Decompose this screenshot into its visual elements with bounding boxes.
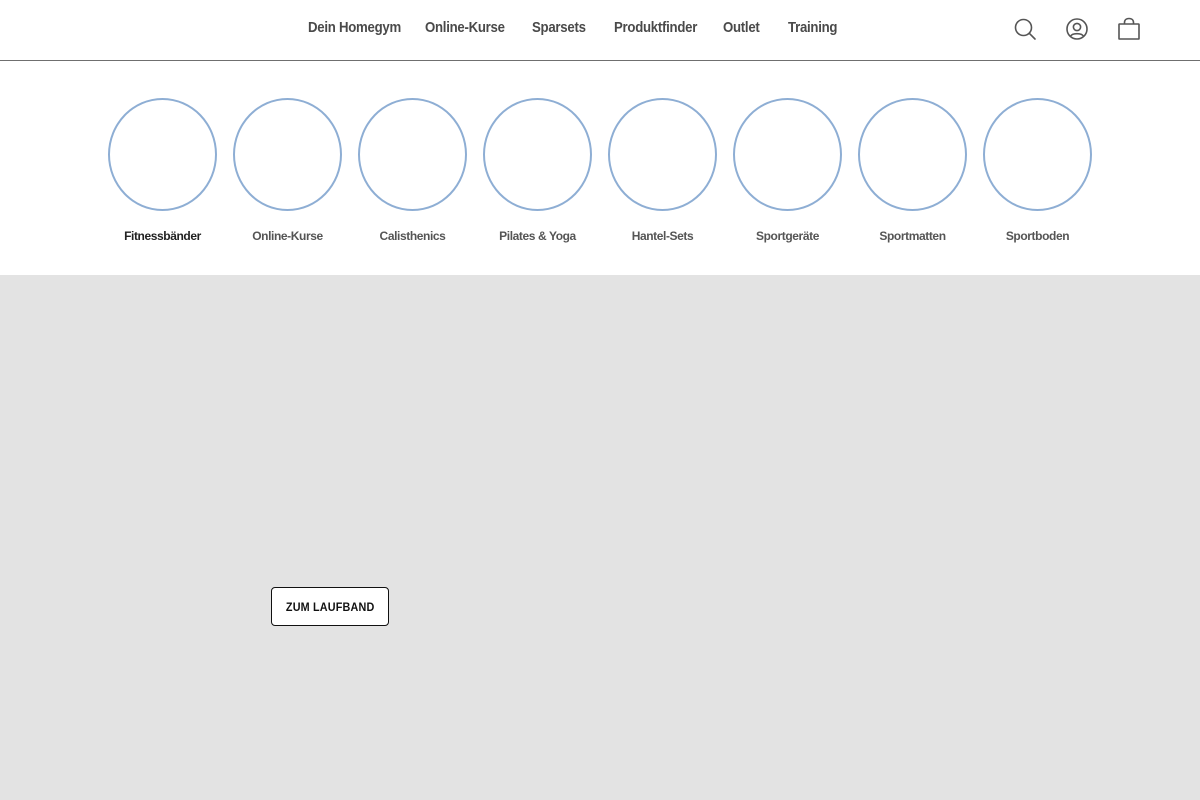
category-item-sportmatten[interactable]: Sportmatten xyxy=(850,98,975,248)
category-item-sportboden[interactable]: Sportboden xyxy=(975,98,1100,248)
category-circle xyxy=(858,98,967,211)
category-item-calisthenics[interactable]: Calisthenics xyxy=(350,98,475,248)
category-item-hantel-sets[interactable]: Hantel-Sets xyxy=(600,98,725,248)
nav-item-outlet[interactable]: Outlet xyxy=(723,19,760,36)
category-item-pilates-yoga[interactable]: Pilates & Yoga xyxy=(475,98,600,248)
category-label: Sportboden xyxy=(1005,229,1070,243)
site-header: Dein Homegym Online-Kurse Sparsets Produ… xyxy=(0,0,1200,61)
shopping-bag-icon[interactable] xyxy=(1117,17,1141,41)
category-circle xyxy=(233,98,342,211)
category-item-sportgeraete[interactable]: Sportgeräte xyxy=(725,98,850,248)
category-label: Sportmatten xyxy=(879,229,946,243)
nav-item-online-kurse[interactable]: Online-Kurse xyxy=(425,19,505,36)
nav-item-dein-homegym[interactable]: Dein Homegym xyxy=(308,19,401,36)
zum-laufband-button-label: ZUM LAUFBAND xyxy=(285,599,375,614)
category-label: Calisthenics xyxy=(379,229,446,243)
search-icon[interactable] xyxy=(1013,17,1037,41)
category-item-online-kurse[interactable]: Online-Kurse xyxy=(225,98,350,248)
hero-banner: ZUM LAUFBAND xyxy=(0,275,1200,800)
category-circle xyxy=(608,98,717,211)
category-label: Fitnessbänder xyxy=(124,229,201,243)
zum-laufband-button[interactable]: ZUM LAUFBAND xyxy=(271,587,389,626)
category-label: Sportgeräte xyxy=(756,229,819,243)
nav-item-produktfinder[interactable]: Produktfinder xyxy=(614,19,697,36)
nav-item-training[interactable]: Training xyxy=(788,19,837,36)
category-label: Online-Kurse xyxy=(252,229,323,243)
account-icon[interactable] xyxy=(1065,17,1089,41)
category-circle xyxy=(983,98,1092,211)
category-circle xyxy=(358,98,467,211)
category-circle xyxy=(733,98,842,211)
nav-item-sparsets[interactable]: Sparsets xyxy=(532,19,586,36)
category-circle xyxy=(108,98,217,211)
category-strip: Fitnessbänder Online-Kurse Calisthenics … xyxy=(0,61,1200,275)
category-circle xyxy=(483,98,592,211)
category-item-fitnessbaender[interactable]: Fitnessbänder xyxy=(100,98,225,248)
category-label: Hantel-Sets xyxy=(631,229,694,243)
category-label: Pilates & Yoga xyxy=(499,229,576,243)
